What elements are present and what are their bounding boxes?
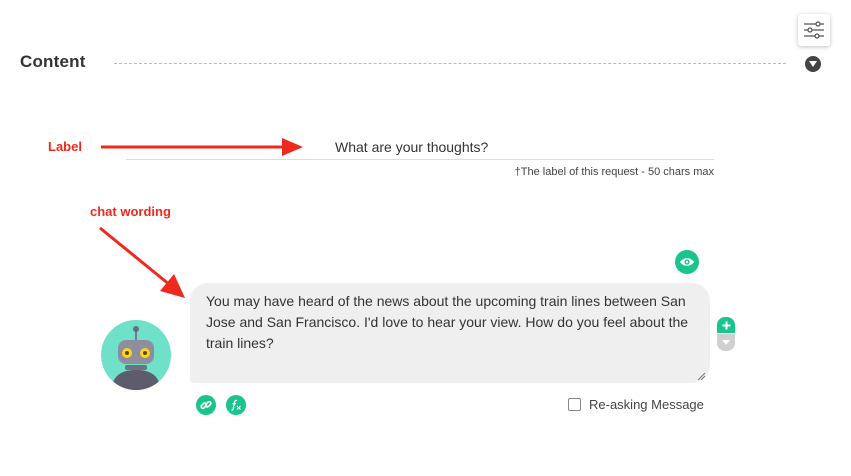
fx-icon (231, 399, 241, 411)
preview-button[interactable] (675, 250, 699, 274)
resize-handle[interactable] (697, 372, 706, 381)
chevron-down-icon (722, 340, 730, 345)
arrow-to-chat (99, 226, 185, 298)
reask-option: Re-asking Message (568, 397, 704, 412)
plus-icon (722, 321, 730, 329)
chat-message-input[interactable]: You may have heard of the news about the… (190, 283, 710, 383)
robot-icon (111, 326, 161, 390)
avatar (101, 320, 171, 390)
move-down-button[interactable] (717, 334, 735, 351)
insert-link-button[interactable] (196, 395, 216, 415)
link-icon (200, 400, 212, 410)
label-input[interactable] (126, 135, 714, 160)
eye-icon (680, 258, 694, 266)
insert-formula-button[interactable] (226, 395, 246, 415)
add-message-button[interactable] (717, 317, 735, 333)
annotation-arrows (99, 138, 303, 298)
label-hint: †The label of this request - 50 chars ma… (514, 166, 714, 178)
reask-checkbox[interactable] (568, 398, 581, 411)
reask-label: Re-asking Message (589, 397, 704, 412)
